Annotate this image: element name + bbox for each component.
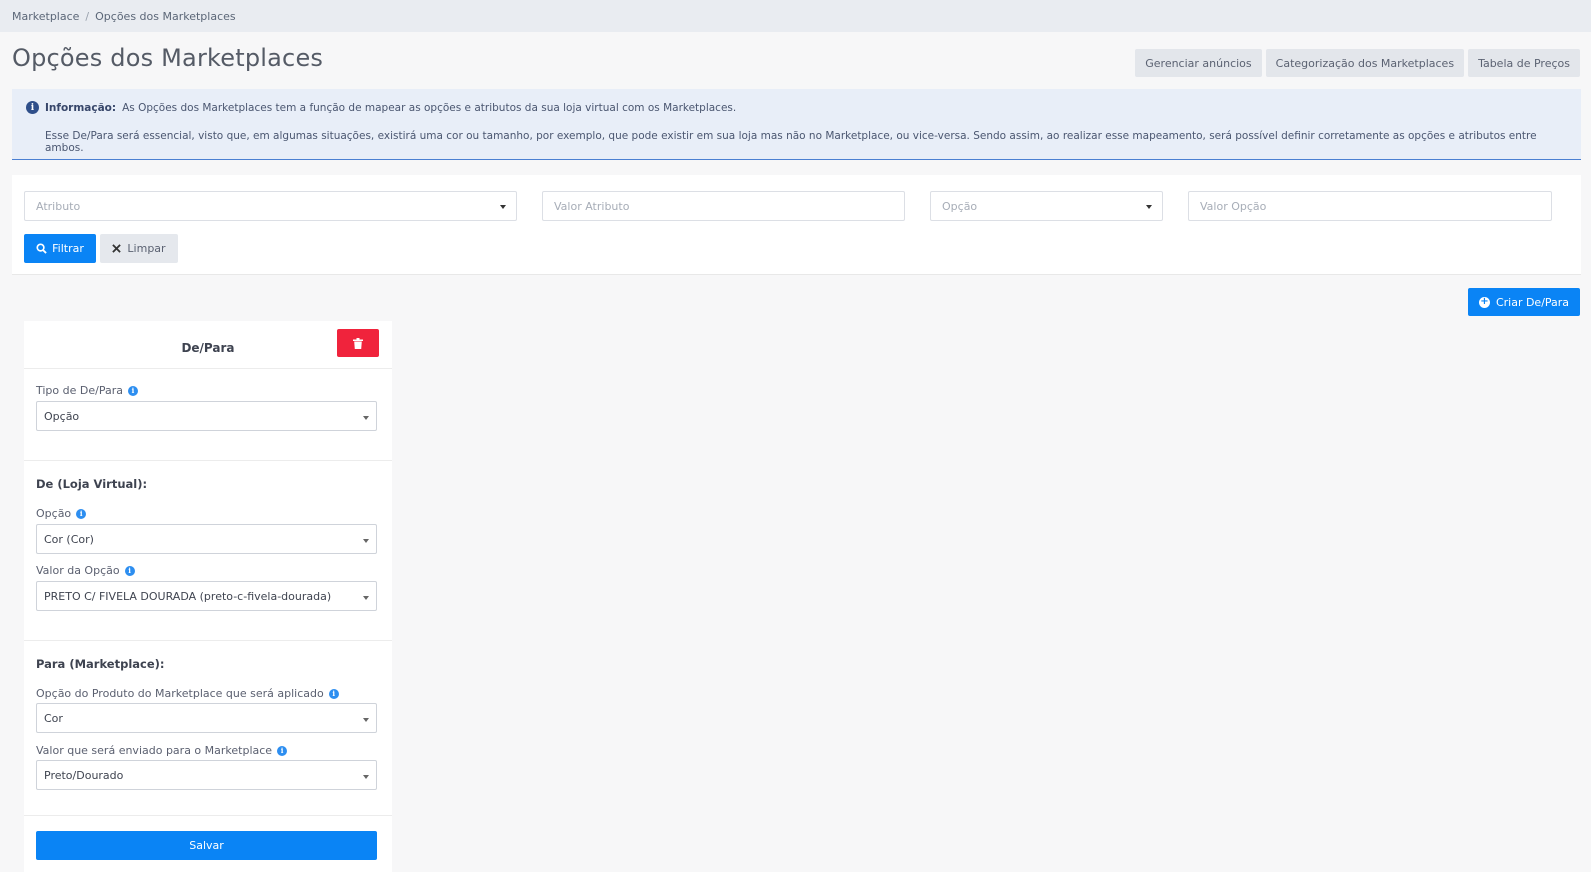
categorizacao-marketplaces-button[interactable]: Categorização dos Marketplaces — [1265, 49, 1465, 77]
valor-atributo-input[interactable]: Valor Atributo — [542, 191, 905, 221]
de-section-title: De (Loja Virtual): — [36, 477, 148, 491]
tipo-de-para-label: Tipo de De/Para i — [36, 384, 138, 397]
breadcrumb: Marketplace / Opções dos Marketplaces — [0, 0, 1591, 32]
mp-valor-select[interactable]: Preto/Dourado — [36, 760, 377, 790]
chevron-down-icon — [363, 775, 369, 779]
atributo-select[interactable]: Atributo — [24, 191, 517, 221]
valor-opcao-value: PRETO C/ FIVELA DOURADA (preto-c-fivela-… — [44, 589, 332, 603]
limpar-button[interactable]: Limpar — [100, 234, 178, 263]
mp-valor-label-text: Valor que será enviado para o Marketplac… — [36, 744, 273, 757]
salvar-button[interactable]: Salvar — [36, 831, 377, 860]
chevron-down-icon — [500, 205, 506, 209]
section-divider — [24, 460, 392, 461]
chevron-down-icon — [363, 718, 369, 722]
info-icon[interactable]: i — [328, 688, 339, 699]
opcao-label-text: Opção — [36, 507, 72, 520]
valor-atributo-placeholder: Valor Atributo — [554, 199, 630, 213]
opcao-label: Opção i — [36, 507, 87, 520]
filter-panel — [12, 175, 1581, 275]
mp-opcao-value: Cor — [44, 711, 63, 725]
delete-button[interactable] — [337, 329, 379, 357]
limpar-label: Limpar — [127, 242, 166, 255]
info-icon: i — [26, 101, 39, 114]
filtrar-label: Filtrar — [52, 242, 84, 255]
mp-valor-label: Valor que será enviado para o Marketplac… — [36, 744, 288, 757]
valor-opcao-input[interactable]: Valor Opção — [1188, 191, 1552, 221]
info-icon[interactable]: i — [124, 565, 135, 576]
valor-opcao-label: Valor da Opção i — [36, 564, 135, 577]
valor-opcao-label-text: Valor da Opção — [36, 564, 120, 577]
info-label: Informação: — [45, 101, 117, 114]
para-section-title: Para (Marketplace): — [36, 657, 165, 671]
section-divider — [24, 640, 392, 641]
header-actions: Gerenciar anúncios Categorização dos Mar… — [1135, 49, 1580, 77]
plus-circle-icon: + — [1478, 296, 1490, 308]
chevron-down-icon — [1146, 205, 1152, 209]
breadcrumb-separator: / — [85, 9, 90, 23]
opcao-value: Cor (Cor) — [44, 532, 94, 546]
chevron-down-icon — [363, 416, 369, 420]
tipo-de-para-label-text: Tipo de De/Para — [36, 384, 123, 397]
info-text-2: Esse De/Para será essencial, visto que, … — [45, 130, 1537, 154]
valor-opcao-placeholder: Valor Opção — [1200, 199, 1267, 213]
de-para-card: De/Para Tipo de De/Para i Opção De (Loja… — [24, 321, 392, 872]
mp-valor-value: Preto/Dourado — [44, 768, 124, 782]
atributo-placeholder: Atributo — [36, 199, 81, 213]
info-icon[interactable]: i — [76, 508, 87, 519]
info-icon[interactable]: i — [127, 385, 138, 396]
close-icon — [112, 244, 122, 253]
search-icon — [36, 243, 47, 254]
mp-opcao-label-text: Opção do Produto do Marketplace que será… — [36, 687, 324, 700]
breadcrumb-marketplace-link[interactable]: Marketplace — [12, 10, 79, 23]
valor-opcao-select[interactable]: PRETO C/ FIVELA DOURADA (preto-c-fivela-… — [36, 581, 377, 611]
section-divider — [24, 815, 392, 816]
filtrar-button[interactable]: Filtrar — [24, 234, 96, 263]
chevron-down-icon — [363, 539, 369, 543]
gerenciar-anuncios-button[interactable]: Gerenciar anúncios — [1135, 49, 1262, 77]
breadcrumb-current: Opções dos Marketplaces — [95, 9, 236, 23]
criar-label: Criar De/Para — [1495, 295, 1570, 309]
opcao-placeholder: Opção — [942, 199, 978, 213]
info-icon[interactable]: i — [277, 745, 288, 756]
tipo-de-para-select[interactable]: Opção — [36, 401, 377, 431]
trash-icon — [353, 337, 363, 349]
info-text-1: As Opções dos Marketplaces tem a função … — [122, 101, 737, 114]
criar-de-para-button[interactable]: + Criar De/Para — [1468, 288, 1580, 316]
mp-opcao-label: Opção do Produto do Marketplace que será… — [36, 687, 339, 700]
opcao-select[interactable]: Opção — [930, 191, 1163, 221]
tipo-de-para-value: Opção — [44, 409, 80, 423]
opcao-select-field[interactable]: Cor (Cor) — [36, 524, 377, 554]
card-header: De/Para — [24, 321, 392, 369]
tabela-precos-button[interactable]: Tabela de Preços — [1468, 49, 1580, 77]
chevron-down-icon — [363, 596, 369, 600]
page-title: Opções dos Marketplaces — [12, 44, 324, 72]
info-alert: i Informação: As Opções dos Marketplaces… — [12, 89, 1581, 160]
mp-opcao-select[interactable]: Cor — [36, 703, 377, 733]
